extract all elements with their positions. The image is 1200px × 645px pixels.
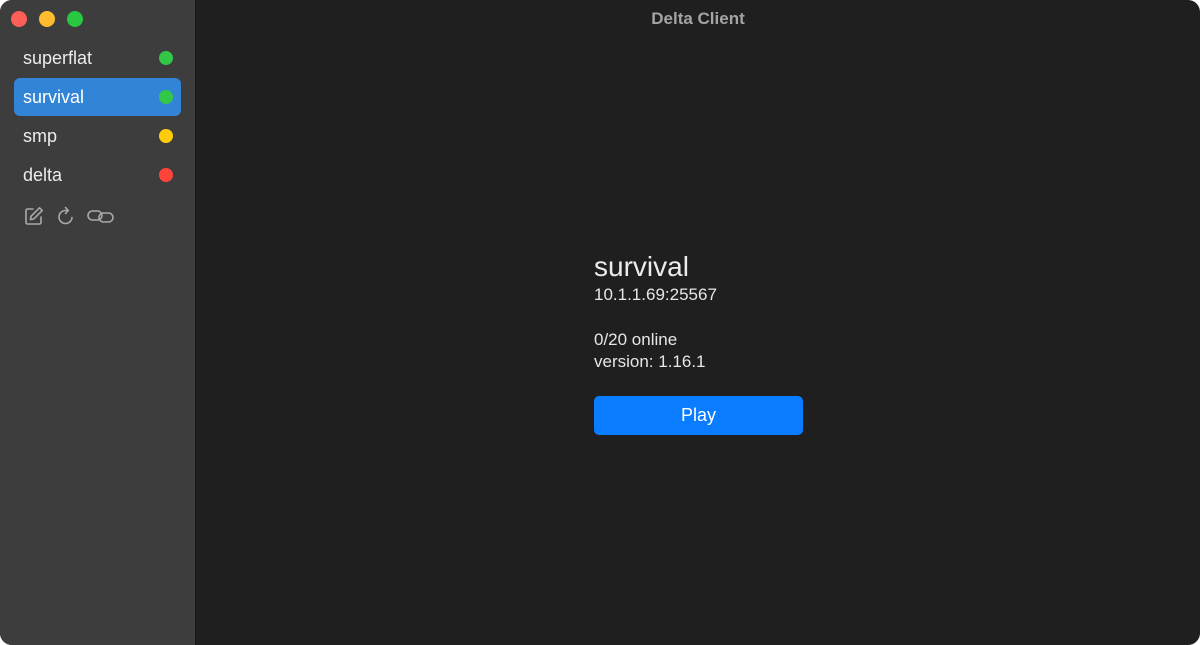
app-window: superflat survival smp delta Delta Clien… [0, 0, 1200, 645]
server-item-delta[interactable]: delta [14, 156, 181, 194]
status-online-icon [159, 90, 173, 104]
server-item-survival[interactable]: survival [14, 78, 181, 116]
server-name: delta [23, 165, 63, 185]
minimize-window-button[interactable] [39, 11, 55, 27]
title-bar: Delta Client [196, 0, 1200, 38]
server-item-smp[interactable]: smp [14, 117, 181, 155]
refresh-icon[interactable] [54, 204, 78, 228]
server-name: smp [23, 126, 58, 146]
server-title: survival [594, 251, 689, 282]
play-button[interactable]: Play [594, 396, 803, 435]
server-address: 10.1.1.69:25567 [594, 285, 717, 304]
close-window-button[interactable] [11, 11, 27, 27]
status-pending-icon [159, 129, 173, 143]
player-count: 0/20 online [594, 330, 678, 349]
zoom-window-button[interactable] [67, 11, 83, 27]
edit-icon[interactable] [22, 204, 46, 228]
server-name: survival [23, 87, 85, 107]
server-list: superflat survival smp delta [14, 39, 181, 195]
server-name: superflat [23, 48, 93, 68]
status-online-icon [159, 51, 173, 65]
window-title: Delta Client [651, 9, 745, 28]
sidebar: superflat survival smp delta [0, 0, 196, 645]
server-version: version: 1.16.1 [594, 352, 706, 371]
server-detail-panel: survival 10.1.1.69:25567 0/20 online ver… [594, 250, 894, 435]
status-offline-icon [159, 168, 173, 182]
link-icon[interactable] [86, 204, 116, 228]
server-item-superflat[interactable]: superflat [14, 39, 181, 77]
